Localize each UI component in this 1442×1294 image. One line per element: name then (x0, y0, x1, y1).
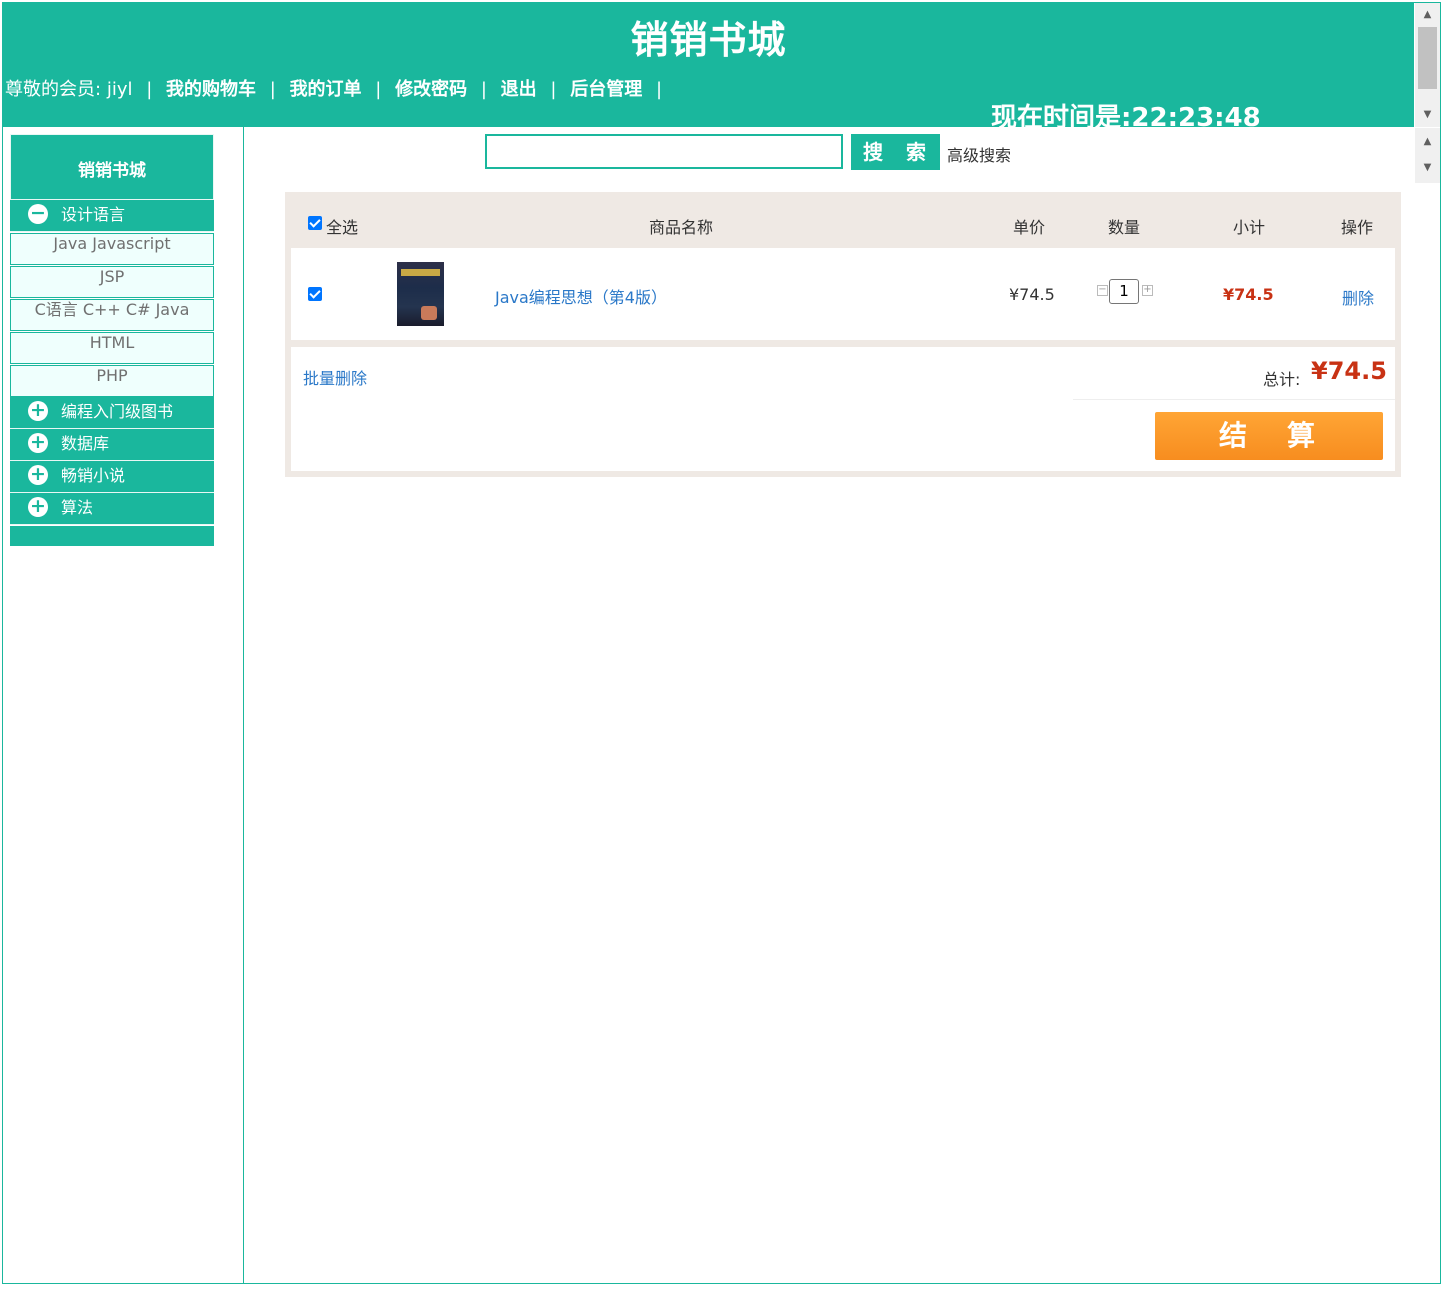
scroll-down-icon[interactable]: ▼ (1415, 158, 1440, 178)
item-subtotal: ¥74.5 (1223, 285, 1274, 304)
nav-separator: | (655, 79, 663, 100)
nav-separator: | (550, 79, 557, 100)
top-nav: 尊敬的会员: jiyl | 我的购物车 | 我的订单 | 修改密码 | 退出 |… (5, 75, 670, 101)
search-input[interactable] (485, 134, 843, 169)
scroll-up-icon[interactable]: ▲ (1415, 132, 1440, 152)
category-algorithms[interactable]: + 算法 (10, 493, 214, 525)
category-design-languages[interactable]: − 设计语言 (10, 200, 214, 232)
content-scrollbar[interactable]: ▲ ▼ (1415, 128, 1440, 183)
item-checkbox[interactable] (308, 287, 322, 301)
header-scrollbar[interactable]: ▲ ▼ (1415, 3, 1440, 127)
plus-circle-icon: + (28, 464, 48, 485)
select-all-checkbox[interactable] (308, 216, 322, 230)
nav-logout[interactable]: 退出 (501, 79, 537, 100)
nav-my-cart[interactable]: 我的购物车 (166, 79, 256, 100)
category-label: 设计语言 (61, 205, 126, 224)
col-subtotal: 小计 (1233, 218, 1266, 237)
minus-circle-icon: − (28, 203, 48, 224)
divider (1073, 399, 1395, 400)
category-programming-intro[interactable]: + 编程入门级图书 (10, 397, 214, 429)
category-bestseller-novels[interactable]: + 畅销小说 (10, 461, 214, 493)
subcategory-java-javascript[interactable]: Java Javascript (10, 233, 214, 265)
nav-my-orders[interactable]: 我的订单 (290, 79, 362, 100)
scrollbar-thumb[interactable] (1418, 27, 1437, 89)
site-title: 销销书城 (630, 18, 787, 62)
advanced-search-link[interactable]: 高级搜索 (947, 142, 1011, 166)
quantity-input[interactable]: 1 (1109, 279, 1139, 304)
book-cover-title-band (401, 269, 440, 276)
category-label: 编程入门级图书 (61, 402, 174, 421)
username: jiyl (106, 79, 133, 100)
site-header: 销销书城 尊敬的会员: jiyl | 我的购物车 | 我的订单 | 修改密码 |… (3, 3, 1414, 133)
nav-change-password[interactable]: 修改密码 (395, 79, 467, 100)
subcategory-c-languages[interactable]: C语言 C++ C# Java (10, 299, 214, 331)
nav-admin[interactable]: 后台管理 (570, 79, 642, 100)
total-label: 总计: (1263, 370, 1301, 389)
page-frame: 销销书城 尊敬的会员: jiyl | 我的购物车 | 我的订单 | 修改密码 |… (2, 2, 1441, 1284)
category-database[interactable]: + 数据库 (10, 429, 214, 461)
nav-separator: | (375, 79, 382, 100)
category-label: 算法 (61, 498, 94, 517)
scroll-down-icon[interactable]: ▼ (1415, 105, 1440, 125)
select-all-label: 全选 (326, 218, 359, 237)
category-menu: 销销书城 − 设计语言 Java Javascript JSP C语言 C++ C… (10, 134, 214, 546)
qty-increase-icon[interactable]: + (1142, 285, 1153, 296)
category-label: 数据库 (61, 434, 110, 453)
nav-separator: | (269, 79, 276, 100)
book-cover-image[interactable] (397, 262, 444, 326)
delete-item-link[interactable]: 删除 (1342, 285, 1374, 309)
cart-header: 全选 商品名称 单价 数量 小计 操作 (285, 192, 1401, 246)
scroll-up-icon[interactable]: ▲ (1415, 5, 1440, 25)
col-qty: 数量 (1108, 218, 1141, 237)
nav-separator: | (480, 79, 487, 100)
checkout-button[interactable]: 结算 (1155, 412, 1383, 460)
total-value: ¥74.5 (1311, 357, 1387, 385)
col-action: 操作 (1341, 218, 1374, 237)
plus-circle-icon: + (28, 432, 48, 453)
book-cover-portrait (421, 306, 437, 320)
sidebar-title: 销销书城 (10, 134, 214, 200)
unit-price: ¥74.5 (1009, 285, 1055, 304)
category-label: 畅销小说 (61, 466, 126, 485)
cart-item-row: Java编程思想（第4版） ¥74.5 − 1 + ¥74.5 删除 (291, 248, 1395, 340)
batch-delete-link[interactable]: 批量删除 (303, 365, 367, 389)
subcategory-php[interactable]: PHP (10, 365, 214, 397)
current-time: 现在时间是:22:23:48 (991, 103, 1261, 133)
sidebar: 销销书城 − 设计语言 Java Javascript JSP C语言 C++ C… (3, 127, 244, 1284)
nav-separator: | (146, 79, 153, 100)
plus-circle-icon: + (28, 400, 48, 421)
book-name-link[interactable]: Java编程思想（第4版） (495, 284, 667, 308)
plus-circle-icon: + (28, 496, 48, 517)
subcategory-html[interactable]: HTML (10, 332, 214, 364)
greeting-label: 尊敬的会员: (5, 79, 102, 100)
shopping-cart: 全选 商品名称 单价 数量 小计 操作 Java编程思想（第4版） ¥74.5 … (285, 192, 1401, 477)
sidebar-footer (10, 526, 214, 546)
search-button[interactable]: 搜 索 (851, 134, 940, 170)
cart-footer: 批量删除 总计: ¥74.5 结算 (291, 347, 1395, 471)
subcategory-jsp[interactable]: JSP (10, 266, 214, 298)
col-price: 单价 (1013, 218, 1046, 237)
col-name: 商品名称 (649, 218, 714, 237)
qty-decrease-icon[interactable]: − (1097, 285, 1108, 296)
